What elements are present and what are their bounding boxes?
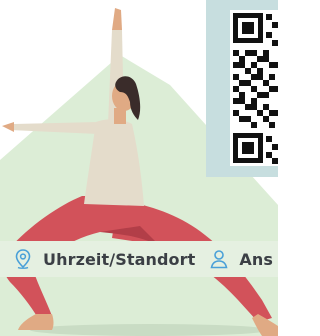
location-pin-icon [15, 249, 31, 269]
contact-person-label: Ans [239, 249, 273, 269]
person-icon [210, 250, 228, 269]
time-location-item[interactable]: Uhrzeit/Standort [12, 248, 195, 270]
qr-code-icon [233, 13, 278, 164]
contact-person-item[interactable]: Ans [208, 248, 273, 270]
qr-code[interactable] [230, 10, 278, 166]
left-hand [2, 122, 14, 132]
time-location-label: Uhrzeit/Standort [43, 249, 196, 269]
ground-shadow [30, 324, 270, 336]
info-bar: Uhrzeit/Standort Ans [0, 241, 278, 277]
right-hand [112, 8, 122, 30]
